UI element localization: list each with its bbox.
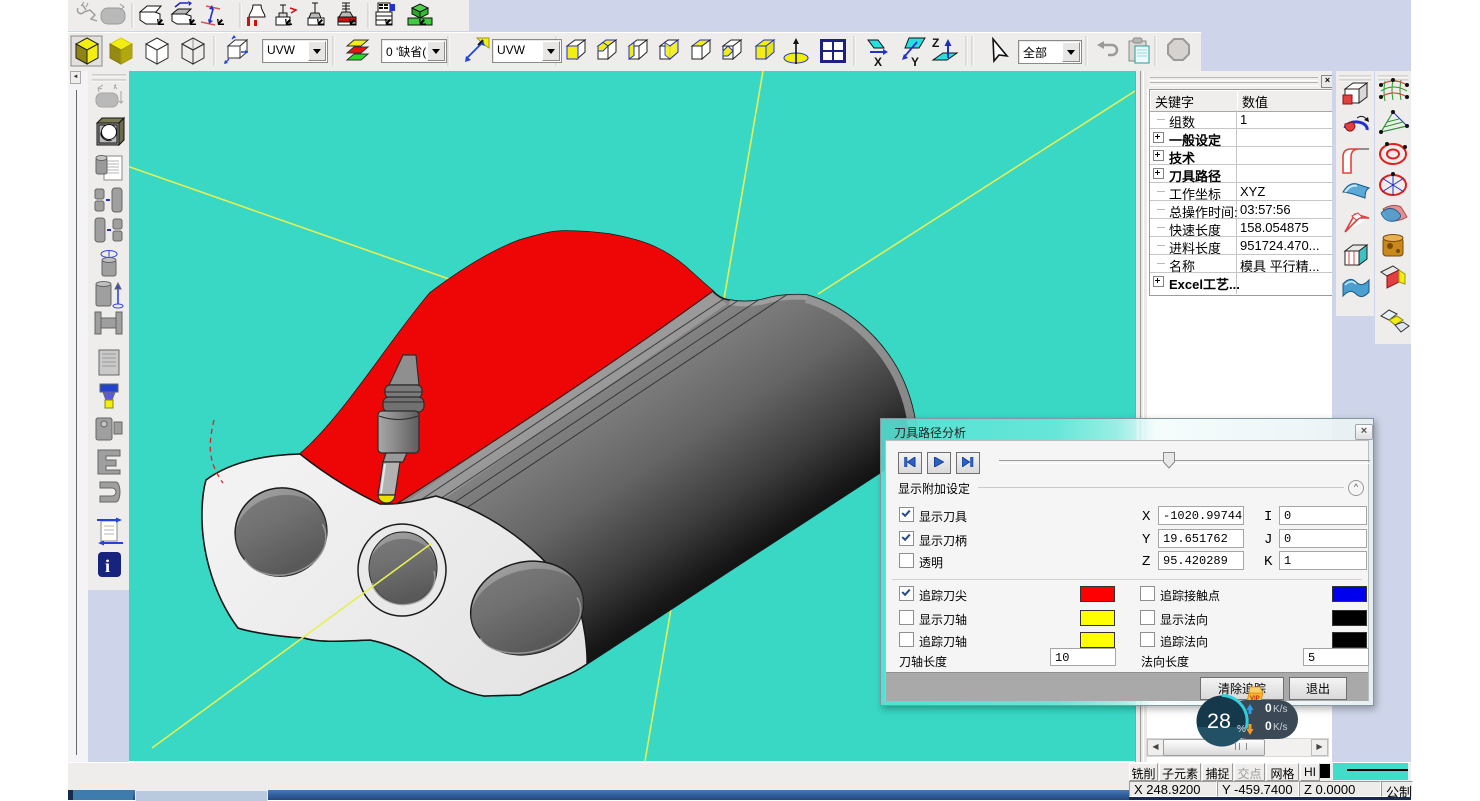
svg-text:K/s: K/s <box>1273 722 1287 733</box>
svg-text:i: i <box>105 556 110 576</box>
svg-text:K/s: K/s <box>1273 704 1287 715</box>
svg-text:28: 28 <box>1207 709 1231 733</box>
svg-text:Z: Z <box>932 36 939 50</box>
svg-text:X: X <box>874 55 882 69</box>
svg-text:Y: Y <box>911 55 919 69</box>
svg-text:%: % <box>1237 724 1246 735</box>
svg-text:0: 0 <box>1265 719 1272 733</box>
svg-text:0: 0 <box>1265 701 1272 715</box>
